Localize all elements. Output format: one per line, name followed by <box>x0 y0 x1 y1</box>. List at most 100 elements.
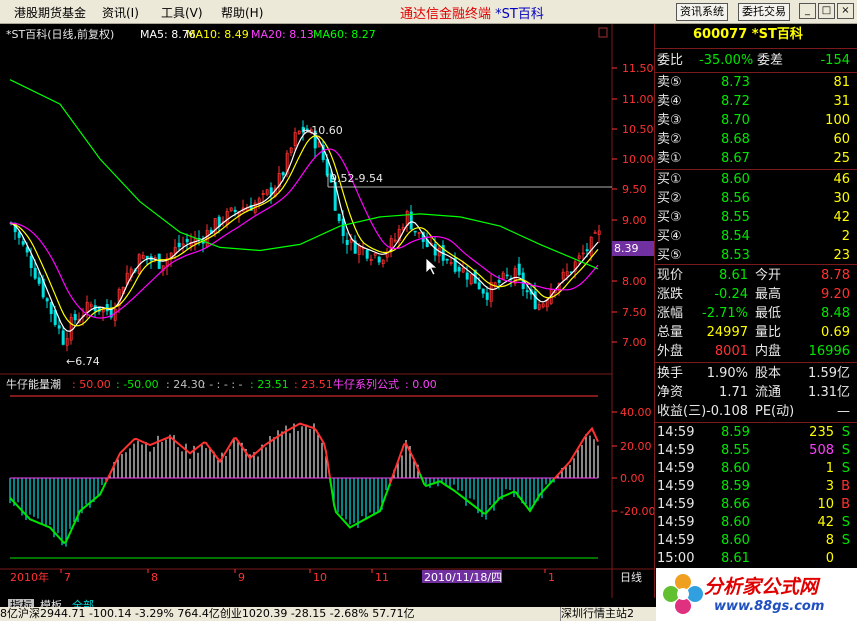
candle-body <box>457 267 461 272</box>
candle-body <box>445 258 449 261</box>
candle-body <box>477 282 481 290</box>
menu-help[interactable]: 帮助(H) <box>221 4 263 21</box>
fundamental-row: 净资 1.71 流通 1.31亿 <box>655 384 857 402</box>
tick-volume: 3 <box>825 479 834 494</box>
candle-body <box>481 288 485 294</box>
ask-row: 卖② 8.68 60 <box>655 131 857 149</box>
date-axis-label: 9 <box>238 571 245 584</box>
candle-body <box>341 218 345 236</box>
tick-time: 14:59 <box>657 533 695 548</box>
fund-value: 1.90% <box>706 366 748 381</box>
bid-label: 买③ <box>657 210 682 225</box>
tick-time: 14:59 <box>657 479 695 494</box>
fund-label: PE(动) <box>755 404 795 419</box>
stat-value: -2.71% <box>702 306 748 321</box>
tick-price: 8.61 <box>721 551 750 566</box>
ask-row: 卖④ 8.72 31 <box>655 93 857 111</box>
quote-code-name: 600077 *ST百科 <box>693 27 803 42</box>
candle-body <box>325 159 329 176</box>
stat-label: 外盘 <box>657 344 684 359</box>
candle-body <box>177 242 181 248</box>
bid-price: 8.53 <box>721 248 750 263</box>
tick-row: 14:59 8.60 42 S <box>655 514 857 532</box>
maximize-button[interactable]: □ <box>818 3 835 19</box>
ask-volume: 25 <box>833 151 850 166</box>
indicator-value-6: : 23.51 <box>294 378 333 391</box>
period-label[interactable]: 日线 <box>620 570 642 584</box>
indicator-value-2: : -50.00 <box>116 378 159 391</box>
y-tick-label: 8.00 <box>622 275 647 288</box>
ask-price: 8.73 <box>721 75 750 90</box>
stat-value: 0.69 <box>821 325 850 340</box>
candle-body <box>73 313 77 321</box>
candle-body <box>29 255 33 268</box>
candle-body <box>281 172 285 176</box>
tick-price: 8.59 <box>721 479 750 494</box>
tick-side: S <box>841 461 850 476</box>
candle-body <box>525 290 529 293</box>
ma10-label: MA10: 8.49 <box>186 28 249 41</box>
trade-button[interactable]: 委托交易 <box>738 3 790 21</box>
bid-label: 买② <box>657 191 682 206</box>
tick-row: 14:59 8.59 235 S <box>655 424 857 442</box>
fund-value: 1.71 <box>719 385 748 400</box>
tick-time: 14:59 <box>657 497 695 512</box>
bid-price: 8.60 <box>721 172 750 187</box>
candle-body <box>505 274 509 277</box>
tick-side: B <box>841 479 850 494</box>
candle-body <box>497 280 501 283</box>
kline-chart[interactable]: *ST百科(日线,前复权) MA5: 8.76 MA10: 8.49 MA20:… <box>0 24 654 598</box>
ask-row: 卖③ 8.70 100 <box>655 112 857 130</box>
candle-body <box>185 239 189 243</box>
y-tick-label: 11.50 <box>622 62 654 75</box>
indicator-formula-label: 牛仔系列公式 <box>333 377 399 391</box>
stat-value: 24997 <box>706 325 748 340</box>
tick-volume: 508 <box>809 443 834 458</box>
bid-label: 买④ <box>657 229 682 244</box>
tick-volume: 235 <box>809 425 834 440</box>
tick-volume: 0 <box>825 551 834 566</box>
minimize-button[interactable]: _ <box>799 3 816 19</box>
date-axis-label: 11 <box>375 571 389 584</box>
tick-row: 14:59 8.60 8 S <box>655 532 857 550</box>
fund-value: — <box>837 404 850 419</box>
menu-tools[interactable]: 工具(V) <box>161 4 203 21</box>
close-button[interactable]: × <box>837 3 854 19</box>
tick-time: 14:59 <box>657 515 695 530</box>
y-tick-label: 11.00 <box>622 93 654 106</box>
stat-value: 8.61 <box>719 268 748 283</box>
stat-row: 现价 8.61 今开 8.78 <box>655 267 857 285</box>
app-title: 通达信金融终端 *ST百科 <box>400 7 544 22</box>
bid-volume: 42 <box>833 210 850 225</box>
y-tick-label: 9.50 <box>622 183 647 196</box>
info-system-button[interactable]: 资讯系统 <box>676 3 728 21</box>
tick-row: 14:59 8.66 10 B <box>655 496 857 514</box>
market-station[interactable]: 深圳行情主站2 <box>560 607 657 621</box>
candle-body <box>21 241 25 245</box>
date-axis-label: 2010年 <box>10 570 49 584</box>
bid-row: 买③ 8.55 42 <box>655 209 857 227</box>
fund-value: 1.31亿 <box>808 385 850 400</box>
stat-row: 外盘 8001 内盘 16996 <box>655 343 857 361</box>
fund-value: -0.108 <box>706 404 748 419</box>
indicator-y-tick-label: 40.00 <box>620 406 652 419</box>
bid-volume: 30 <box>833 191 850 206</box>
fundamental-row: 收益(三) -0.108 PE(动) — <box>655 403 857 421</box>
candle-body <box>233 209 237 212</box>
menu-hk-futures-funds[interactable]: 港股期货基金 <box>14 4 86 21</box>
ask-label: 卖④ <box>657 94 682 109</box>
candle-body <box>61 330 65 345</box>
candle-body <box>365 249 369 259</box>
tick-volume: 42 <box>817 515 834 530</box>
low-annotation: ←6.74 <box>66 355 100 368</box>
menu-info[interactable]: 资讯(I) <box>102 4 139 21</box>
indicator-value-5: : 23.51 <box>250 378 289 391</box>
stat-label: 涨跌 <box>657 287 684 302</box>
bid-row: 买① 8.60 46 <box>655 171 857 189</box>
weibi-row: 委比 -35.00% 委差 -154 <box>657 53 850 68</box>
bid-volume: 2 <box>841 229 850 244</box>
ask-volume: 81 <box>833 75 850 90</box>
high-annotation: ←10.60 <box>302 124 343 137</box>
ask-price: 8.67 <box>721 151 750 166</box>
candle-body <box>337 213 341 221</box>
